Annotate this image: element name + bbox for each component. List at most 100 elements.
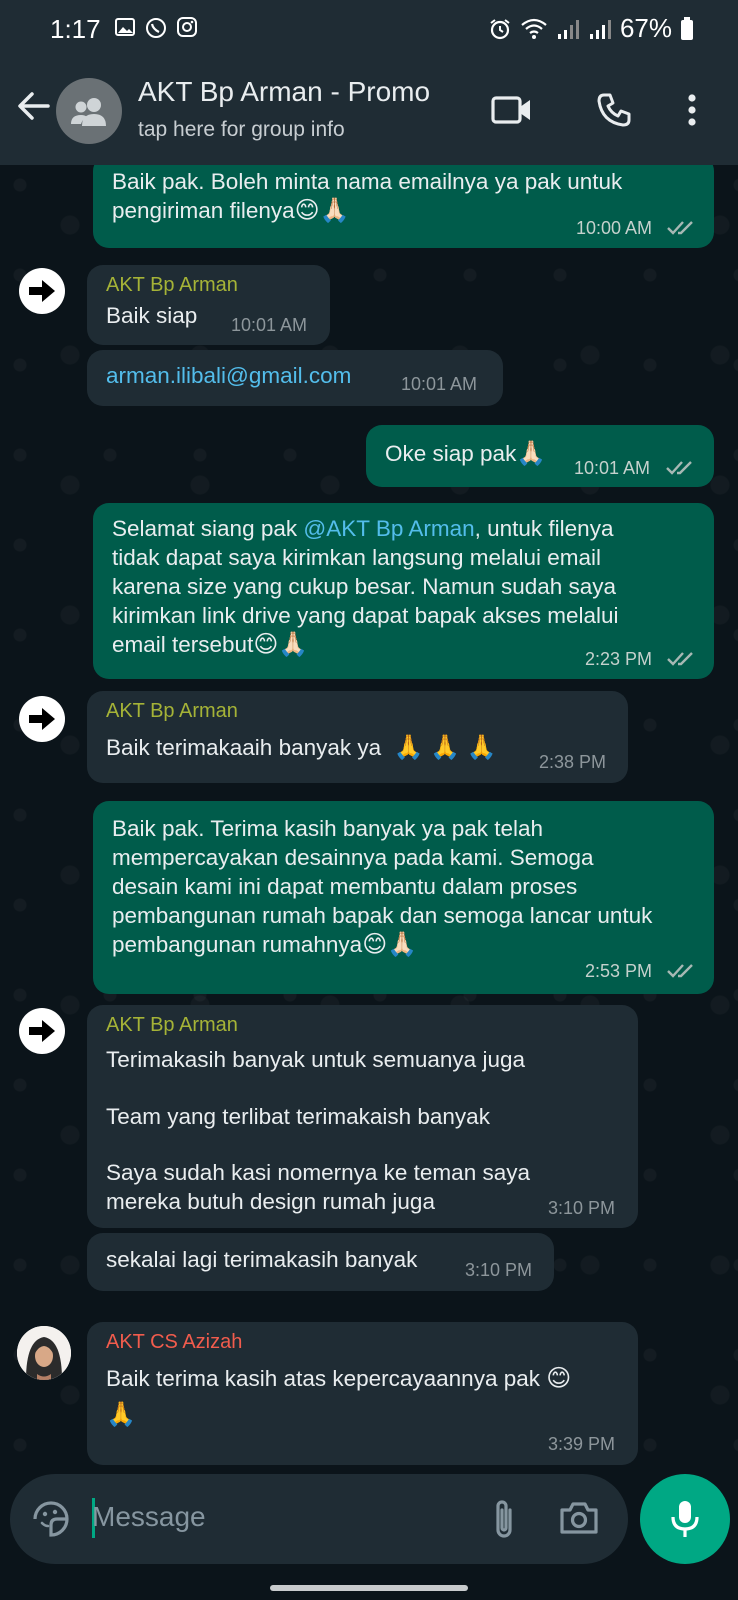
- message-text: email tersebut: [112, 632, 254, 657]
- status-bar: 1:17 67%: [0, 0, 738, 58]
- chat-messages[interactable]: Baik pak. Boleh minta nama emailnya ya p…: [0, 165, 738, 1465]
- sticker-icon: [33, 1501, 69, 1537]
- status-system-icons: 67%: [488, 13, 694, 44]
- forward-button[interactable]: [19, 268, 65, 314]
- message-time: 3:10 PM: [465, 1260, 533, 1280]
- message-time: 10:01 AM: [231, 315, 308, 335]
- forward-arrow-icon: [29, 708, 55, 730]
- message-text: pengiriman filenya: [112, 198, 295, 223]
- message-outgoing[interactable]: Baik pak. Boleh minta nama emailnya ya p…: [93, 165, 714, 248]
- message-text: kirimkan link drive yang dapat bapak aks…: [112, 603, 619, 628]
- message-text: Baik pak. Boleh minta nama emailnya ya p…: [112, 169, 623, 194]
- message-text: Team yang terlibat terimakaish banyak: [106, 1104, 490, 1129]
- chat-subtitle[interactable]: tap here for group info: [138, 118, 345, 142]
- emoji-sticker-button[interactable]: [30, 1498, 72, 1540]
- message-composer: Message: [10, 1474, 628, 1564]
- message-outgoing[interactable]: Oke siap pak🙏🏻 10:01 AM: [366, 425, 714, 487]
- message-text: tidak dapat saya kirimkan langsung melal…: [112, 545, 602, 570]
- message-text: , untuk filenya: [474, 516, 614, 541]
- message-text: Baik terima kasih atas kepercayaannya pa…: [106, 1366, 540, 1391]
- sender-name: AKT Bp Arman: [106, 274, 238, 296]
- message-time: 10:01 AM: [401, 374, 478, 394]
- message-text: desain kami ini dapat membantu dalam pro…: [112, 874, 578, 899]
- sender-name: AKT CS Azizah: [106, 1331, 243, 1353]
- message-text: sekalai lagi terimakasih banyak: [106, 1247, 418, 1272]
- message-text: mereka butuh design rumah juga: [106, 1189, 435, 1214]
- sender-avatar[interactable]: [17, 1326, 71, 1380]
- message-text: mempercayakan desainnya pada kami. Semog…: [112, 845, 594, 870]
- attach-button[interactable]: [490, 1498, 530, 1542]
- message-outgoing[interactable]: Baik pak. Terima kasih banyak ya pak tel…: [93, 801, 714, 994]
- sender-name: AKT Bp Arman: [106, 700, 238, 722]
- battery-percent: 67%: [619, 13, 672, 43]
- wifi-icon: [521, 18, 547, 39]
- message-text: karena size yang cukup besar. Namun suda…: [112, 574, 617, 599]
- message-time: 2:38 PM: [539, 752, 607, 772]
- read-ticks-icon: [667, 221, 693, 235]
- message-time: 10:01 AM: [574, 458, 651, 478]
- back-button[interactable]: [14, 86, 54, 126]
- signal-icon: [557, 19, 579, 39]
- attach-icon: [496, 1500, 512, 1538]
- sender-name: AKT Bp Arman: [106, 1014, 238, 1036]
- message-text: Baik siap: [106, 303, 198, 328]
- message-emoji: 🙏🏻: [516, 440, 547, 467]
- forward-arrow-icon: [29, 280, 55, 302]
- read-ticks-icon: [667, 964, 693, 978]
- mention-link[interactable]: @AKT Bp Arman: [303, 516, 474, 541]
- status-time: 1:17: [50, 14, 101, 44]
- message-incoming[interactable]: arman.ilibali@gmail.com 10:01 AM: [87, 350, 503, 406]
- message-incoming[interactable]: sekalai lagi terimakasih banyak 3:10 PM: [87, 1233, 554, 1291]
- top-bar: 1:17 67% AKT Bp Arman - Promo tap here f…: [0, 0, 738, 165]
- message-text: pembangunan rumah bapak dan semoga lanca…: [112, 903, 653, 928]
- signal-icon-2: [589, 19, 611, 39]
- message-time: 3:10 PM: [548, 1198, 616, 1218]
- group-avatar-icon: [71, 98, 106, 126]
- message-time: 2:23 PM: [585, 649, 653, 669]
- whatsapp-icon: [146, 18, 166, 38]
- message-text: Baik pak. Terima kasih banyak ya pak tel…: [112, 816, 544, 841]
- message-input[interactable]: Message: [92, 1501, 206, 1533]
- read-ticks-icon: [666, 461, 692, 475]
- message-incoming[interactable]: AKT Bp Arman Terimakasih banyak untuk se…: [87, 1005, 638, 1228]
- message-emoji: 😊: [546, 1365, 572, 1392]
- more-vert-icon: [688, 94, 696, 126]
- gallery-icon: [115, 18, 135, 36]
- message-text: Selamat siang pak: [112, 516, 304, 541]
- mic-icon: [671, 1501, 699, 1537]
- email-link[interactable]: arman.ilibali@gmail.com: [106, 361, 351, 390]
- forward-button[interactable]: [19, 696, 65, 742]
- message-emoji: 🙏: [106, 1401, 136, 1428]
- message-time: 2:53 PM: [585, 961, 653, 981]
- forward-button[interactable]: [19, 1008, 65, 1054]
- battery-icon: [681, 16, 693, 40]
- voice-call-button[interactable]: [592, 88, 636, 132]
- back-arrow-icon: [18, 92, 50, 120]
- forward-arrow-icon: [29, 1020, 55, 1042]
- message-outgoing[interactable]: Selamat siang pak @AKT Bp Arman, untuk f…: [93, 503, 714, 679]
- camera-button[interactable]: [558, 1498, 602, 1542]
- message-time: 3:39 PM: [548, 1434, 616, 1454]
- read-ticks-icon: [667, 652, 693, 666]
- message-text: Oke siap pak: [385, 441, 517, 466]
- phone-icon: [597, 93, 631, 127]
- message-incoming[interactable]: AKT Bp Arman Baik siap 10:01 AM: [87, 265, 330, 345]
- more-options-button[interactable]: [670, 88, 714, 132]
- camera-icon: [560, 1502, 598, 1534]
- voice-record-button[interactable]: [640, 1474, 730, 1564]
- chat-app-bar: AKT Bp Arman - Promo tap here for group …: [0, 58, 738, 165]
- message-text: Saya sudah kasi nomernya ke teman saya: [106, 1160, 530, 1185]
- gesture-nav-handle[interactable]: [270, 1585, 468, 1591]
- group-avatar[interactable]: [56, 78, 122, 144]
- message-text: Baik terimakaaih banyak ya: [106, 735, 382, 760]
- message-text: pembangunan rumahnya: [112, 932, 363, 957]
- message-incoming[interactable]: AKT Bp Arman Baik terimakaaih banyak ya …: [87, 691, 628, 783]
- person-avatar-icon: [17, 1326, 71, 1380]
- message-emoji: 😊🙏🏻: [294, 197, 350, 224]
- message-text: Terimakasih banyak untuk semuanya juga: [106, 1047, 525, 1072]
- video-call-button[interactable]: [490, 88, 534, 132]
- chat-title[interactable]: AKT Bp Arman - Promo: [138, 76, 430, 108]
- instagram-icon: [177, 17, 197, 37]
- message-incoming[interactable]: AKT CS Azizah Baik terima kasih atas kep…: [87, 1322, 638, 1465]
- video-call-icon: [491, 96, 530, 124]
